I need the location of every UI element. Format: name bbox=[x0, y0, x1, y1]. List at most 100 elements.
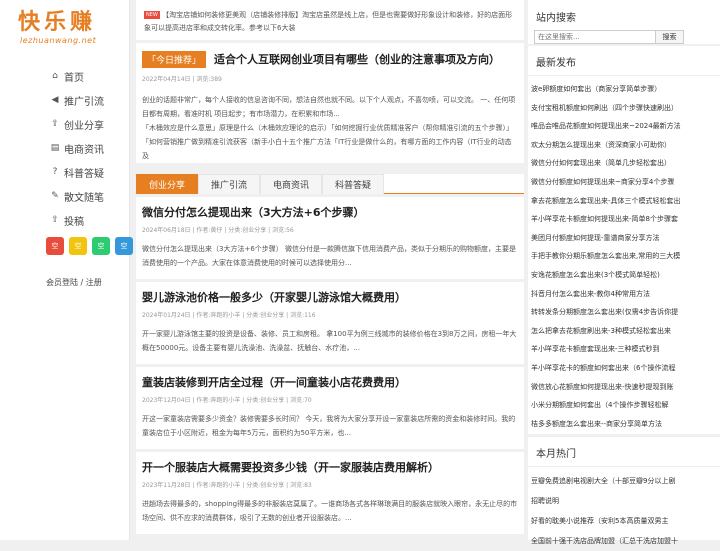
share-tiles: 空空空空 bbox=[46, 237, 133, 255]
nav-item-label: 投稿 bbox=[64, 216, 84, 228]
nav-item-3[interactable]: ▤ 电商资讯 bbox=[0, 136, 130, 160]
hot-list: 豆瓣免费追剧电视剧大全（十部豆瓣9分以上剧 招聘说明 好看的耽美小说推荐（安利5本高… bbox=[528, 467, 720, 551]
latest-item[interactable]: 桔多多额度怎么套出来--商家分享简单方法 bbox=[528, 415, 720, 434]
post-meta: 2023年11月28日 | 作者:奔跑的小羊 | 分类:创业分享 | 浏览:83 bbox=[142, 482, 312, 489]
hot-item[interactable]: 豆瓣免费追剧电视剧大全（十部豆瓣9分以上剧 bbox=[528, 471, 720, 491]
post-title[interactable]: 童装店装修到开店全过程（开一间童装小店花费费用） bbox=[142, 374, 518, 390]
tab-0[interactable]: 创业分享 bbox=[136, 174, 198, 194]
nav-item-label: 推广引流 bbox=[64, 96, 104, 108]
tab-2[interactable]: 电商资讯 bbox=[260, 174, 322, 194]
main-nav: ⌂ 首页 ◀ 推广引流 ⇪ 创业分享 ▤ 电商资讯? 科普答疑 ✎ 散文随笔 ⇧ 投稿 bbox=[0, 64, 130, 232]
main-content: NEW 【淘宝店铺如何装修更美观（店铺装修排版】淘宝店虽然是线上店，但是也需要做… bbox=[136, 0, 524, 540]
post-item: 微信分付怎么提现出来（3大方法+6个步骤） 2024年06月18日 | 作者:黄仔… bbox=[136, 197, 524, 279]
question-icon: ? bbox=[52, 167, 58, 177]
search-box: 站内搜索 搜索 bbox=[528, 0, 720, 44]
latest-item[interactable]: 怎么把拿去花额度刷出来-3种模式轻松套出来 bbox=[528, 322, 720, 341]
latest-item[interactable]: 支付宝租机额度如何刷出（四个步骤快速刷出） bbox=[528, 99, 720, 118]
latest-item[interactable]: 拿去花额度怎么套现出来-具体三个模式轻松套出 bbox=[528, 192, 720, 211]
share-tile[interactable]: 空 bbox=[115, 237, 133, 255]
upload-icon: ⇧ bbox=[51, 215, 59, 225]
post-meta: 2024年01月24日 | 作者:奔跑的小羊 | 分类:创业分享 | 浏览:11… bbox=[142, 312, 316, 319]
post-title[interactable]: 微信分付怎么提现出来（3大方法+6个步骤） bbox=[142, 204, 518, 220]
nav-item-label: 散文随笔 bbox=[64, 192, 104, 204]
post-desc: 进趟场去得最多的，shopping得最多的非服装店莫属了。一谁商场各式各样琳琅满… bbox=[142, 500, 518, 522]
tab-1[interactable]: 推广引流 bbox=[198, 174, 260, 194]
post-meta: 2023年12月04日 | 作者:奔跑的小羊 | 分类:创业分享 | 浏览:70 bbox=[142, 397, 312, 404]
nav-item-4[interactable]: ? 科普答疑 bbox=[0, 160, 130, 184]
nav-item-2[interactable]: ⇪ 创业分享 bbox=[0, 112, 130, 136]
latest-title: 最新发布 bbox=[528, 46, 720, 76]
featured-tag: 「今日推荐」 bbox=[142, 50, 207, 68]
latest-item[interactable]: 微信放心花额度如何提现出来-快速秒提现到账 bbox=[528, 378, 720, 397]
hot-title: 本月热门 bbox=[528, 437, 720, 467]
pen-icon: ✎ bbox=[51, 191, 59, 201]
nav-item-5[interactable]: ✎ 散文随笔 bbox=[0, 184, 130, 208]
newspaper-icon: ▤ bbox=[50, 143, 60, 153]
latest-item[interactable]: 羊小咩享花卡额度如何提现出来-简单8个步骤套 bbox=[528, 210, 720, 229]
hot-item[interactable]: 好看的耽美小说推荐（安利5本高质量双男主 bbox=[528, 511, 720, 531]
latest-item[interactable]: 美团月付额度如何提现-靠谱商家分享方法 bbox=[528, 229, 720, 248]
featured-desc-line[interactable]: 「木桶效应是什么意思」原理是什么（木桶效应理论的启示）「如何挖掘行业优质精准客户… bbox=[142, 121, 518, 135]
new-badge: NEW bbox=[144, 11, 160, 19]
featured-article: 「今日推荐」 适合个人互联网创业项目有哪些（创业的注意事项及方向） 2022年0… bbox=[136, 43, 524, 163]
nav-item-0[interactable]: ⌂ 首页 bbox=[0, 64, 130, 88]
post-meta: 2024年06月18日 | 作者:黄仔 | 分类:创业分享 | 浏览:56 bbox=[142, 227, 294, 234]
notice-text: 【淘宝店铺如何装修更美观（店铺装修排版】淘宝店虽然是线上店，但是也需要做好形象设… bbox=[144, 11, 513, 32]
megaphone-icon: ◀ bbox=[51, 95, 59, 105]
latest-item[interactable]: 手把手教你分期乐额度怎么套出来,常用的三大模 bbox=[528, 247, 720, 266]
latest-item[interactable]: 羊小咩享花卡的额度如何套出来（6个操作流程 bbox=[528, 359, 720, 378]
latest-item[interactable]: 安逸花额度怎么套出来(3个模式简单轻松) bbox=[528, 266, 720, 285]
latest-box: 最新发布 波e卵额度如何套出（商家分享简单步骤） 支付宝租机额度如何刷出（四个步骤… bbox=[528, 46, 720, 446]
share-icon: ⇪ bbox=[51, 119, 59, 129]
search-input[interactable] bbox=[534, 30, 656, 44]
site-logo[interactable]: 快乐赚 lezhuanwang.net bbox=[18, 10, 118, 45]
nav-item-label: 电商资讯 bbox=[64, 144, 104, 156]
featured-meta: 2022年04月14日 | 浏览:389 bbox=[142, 76, 222, 83]
nav-item-label: 创业分享 bbox=[64, 120, 104, 132]
post-desc: 开这一家童装店需要多少资金？装修需要多长时间？ 今天，我将为大家分享开设一家童装… bbox=[142, 415, 516, 437]
hot-item[interactable]: 招聘说明 bbox=[528, 491, 720, 511]
post-item: 婴儿游泳池价格一般多少（开家婴儿游泳馆大概费用） 2024年01月24日 | 作者… bbox=[136, 282, 524, 364]
top-notice[interactable]: NEW 【淘宝店铺如何装修更美观（店铺装修排版】淘宝店虽然是线上店，但是也需要做… bbox=[136, 0, 524, 40]
post-title[interactable]: 婴儿游泳池价格一般多少（开家婴儿游泳馆大概费用） bbox=[142, 289, 518, 305]
search-title: 站内搜索 bbox=[536, 13, 576, 24]
nav-item-label: 科普答疑 bbox=[64, 168, 104, 180]
post-title[interactable]: 开一个服装店大概需要投资多少钱（开一家服装店费用解析） bbox=[142, 459, 518, 475]
share-tile[interactable]: 空 bbox=[92, 237, 110, 255]
tab-3[interactable]: 科普答疑 bbox=[322, 174, 384, 194]
hot-box: 本月热门 豆瓣免费追剧电视剧大全（十部豆瓣9分以上剧 招聘说明 好看的耽美小说推荐（… bbox=[528, 437, 720, 545]
latest-item[interactable]: 欢太分期怎么提现出来（资深商家小可助你） bbox=[528, 136, 720, 155]
logo-domain: lezhuanwang.net bbox=[20, 36, 97, 45]
post-list: 微信分付怎么提现出来（3大方法+6个步骤） 2024年06月18日 | 作者:黄仔… bbox=[136, 197, 524, 537]
post-desc: 微信分付怎么提现出来（3大方法+6个步骤） 微信分付是一款腾信旗下信用消费产品，… bbox=[142, 245, 516, 267]
home-icon: ⌂ bbox=[52, 71, 58, 81]
nav-item-label: 首页 bbox=[64, 72, 84, 84]
featured-desc-line[interactable]: 「如何营销推广做到精准引流获客（新手小白十五个推广方法「IT行业是做什么的，有哪… bbox=[142, 135, 518, 163]
search-button[interactable]: 搜索 bbox=[656, 30, 684, 44]
latest-item[interactable]: 唯品会唯品花额度如何提现出来~2024最新方法 bbox=[528, 117, 720, 136]
logo-text: 快乐赚 bbox=[18, 10, 97, 35]
share-tile[interactable]: 空 bbox=[46, 237, 64, 255]
nav-item-1[interactable]: ◀ 推广引流 bbox=[0, 88, 130, 112]
featured-title[interactable]: 适合个人互联网创业项目有哪些（创业的注意事项及方向） bbox=[214, 51, 500, 67]
latest-item[interactable]: 小米分期额度如何套出（4个操作步骤轻松解 bbox=[528, 396, 720, 415]
left-sidebar: 快乐赚 lezhuanwang.net ⌂ 首页 ◀ 推广引流 ⇪ 创业分享 ▤ 电商资讯? 科… bbox=[0, 0, 133, 540]
latest-item[interactable]: 抖音月付怎么套出来-教你4种常用方法 bbox=[528, 285, 720, 304]
latest-item[interactable]: 微信分付如何套现出来（简单几步轻松套出） bbox=[528, 154, 720, 173]
right-sidebar: 站内搜索 搜索 最新发布 波e卵额度如何套出（商家分享简单步骤）支付宝租机额度如… bbox=[528, 0, 720, 545]
featured-desc: 创业的话题非常广，每个人接收的信息咨询不同，想法自然也就不同。以下个人观点，不喜… bbox=[142, 93, 518, 163]
latest-item[interactable]: 波e卵额度如何套出（商家分享简单步骤） bbox=[528, 80, 720, 99]
login-register-link[interactable]: 会员登陆 / 注册 bbox=[46, 277, 102, 288]
nav-item-6[interactable]: ⇧ 投稿 bbox=[0, 208, 130, 232]
post-desc: 开一家婴儿游泳馆主要的投资是设备、装修、员工和房租。 拿100平为例三线城市的装… bbox=[142, 330, 517, 352]
hot-item[interactable]: 全国前十强干洗店品牌加盟（汇总干洗店加盟十 bbox=[528, 531, 720, 551]
latest-item[interactable]: 微信分付额度如何提现出来~商家分享4个步骤 bbox=[528, 173, 720, 192]
post-item: 童装店装修到开店全过程（开一间童装小店花费费用） 2023年12月04日 | 作者… bbox=[136, 367, 524, 449]
featured-desc-line: 创业的话题非常广，每个人接收的信息咨询不同，想法自然也就不同。以下个人观点，不喜… bbox=[142, 96, 516, 118]
category-tabs: 创业分享 推广引流 电商资讯 科普答疑 bbox=[136, 174, 524, 194]
latest-item[interactable]: 羊小咩享花卡额度套现出来-三种模式秒到 bbox=[528, 340, 720, 359]
latest-list: 波e卵额度如何套出（商家分享简单步骤） 支付宝租机额度如何刷出（四个步骤快速刷出）… bbox=[528, 76, 720, 452]
latest-item[interactable]: 转转发条分期额度怎么套出来(仅需4步告诉你提 bbox=[528, 303, 720, 322]
share-tile[interactable]: 空 bbox=[69, 237, 87, 255]
post-item: 开一个服装店大概需要投资多少钱（开一家服装店费用解析） 2023年11月28日 |… bbox=[136, 452, 524, 534]
